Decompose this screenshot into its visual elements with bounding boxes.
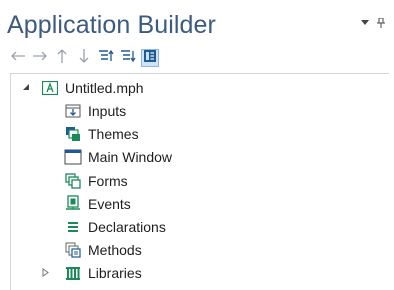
back-button[interactable] <box>9 49 27 67</box>
forward-button[interactable] <box>31 49 49 67</box>
collapse-triangle-icon[interactable] <box>21 82 31 92</box>
move-up-button[interactable] <box>53 48 71 69</box>
collapse-all-button[interactable] <box>97 49 115 67</box>
tree-root-label: Untitled.mph <box>65 79 144 96</box>
forms-icon <box>64 172 82 190</box>
arrow-left-icon <box>10 49 26 67</box>
expand-triangle-icon[interactable] <box>40 267 50 277</box>
tree-item-main-window[interactable]: Main Window <box>64 145 172 168</box>
tree-item-label: Inputs <box>88 102 127 119</box>
tree-item-label: Forms <box>88 172 128 189</box>
events-icon <box>64 195 82 213</box>
show-more-icon <box>143 49 157 68</box>
tree-item-forms[interactable]: Forms <box>64 169 128 192</box>
application-icon <box>41 79 59 97</box>
tree-item-inputs[interactable]: Inputs <box>64 99 126 122</box>
tree-item-themes[interactable]: Themes <box>64 122 139 145</box>
tree-item-label: Events <box>88 195 131 212</box>
panel-title: Application Builder <box>7 11 216 39</box>
application-builder-panel: Application Builder Untitled.mph Inputs … <box>0 0 394 290</box>
tree-item-methods[interactable]: Methods <box>64 238 142 261</box>
expand-all-icon <box>120 49 136 68</box>
show-more-options-button[interactable] <box>141 49 159 67</box>
panel-menu-dropdown-icon[interactable] <box>360 18 370 28</box>
tree-item-label: Libraries <box>88 264 142 281</box>
tree-item-label: Main Window <box>88 148 173 165</box>
declarations-icon <box>64 218 82 236</box>
tree-item-libraries[interactable]: Libraries <box>64 261 142 284</box>
tree-item-declarations[interactable]: Declarations <box>64 215 166 238</box>
tree-item-label: Declarations <box>88 218 166 235</box>
tree-item-label: Themes <box>88 125 139 142</box>
tree-item-events[interactable]: Events <box>64 192 131 215</box>
themes-icon <box>64 125 82 143</box>
main-window-icon <box>64 148 82 166</box>
libraries-icon <box>64 264 82 282</box>
model-tree: Untitled.mph Inputs Themes Main Window F… <box>10 73 389 290</box>
move-down-button[interactable] <box>75 48 93 69</box>
pin-icon[interactable] <box>376 18 386 28</box>
arrow-up-icon <box>56 48 68 69</box>
arrow-right-icon <box>32 49 48 67</box>
arrow-down-icon <box>78 48 90 69</box>
collapse-all-icon <box>98 49 114 68</box>
methods-icon <box>64 241 82 259</box>
inputs-icon <box>64 102 82 120</box>
panel-title-controls <box>360 18 386 28</box>
expand-all-button[interactable] <box>119 49 137 67</box>
tree-root-node[interactable]: Untitled.mph <box>41 76 144 99</box>
tree-toolbar <box>9 47 159 69</box>
tree-item-label: Methods <box>88 241 142 258</box>
